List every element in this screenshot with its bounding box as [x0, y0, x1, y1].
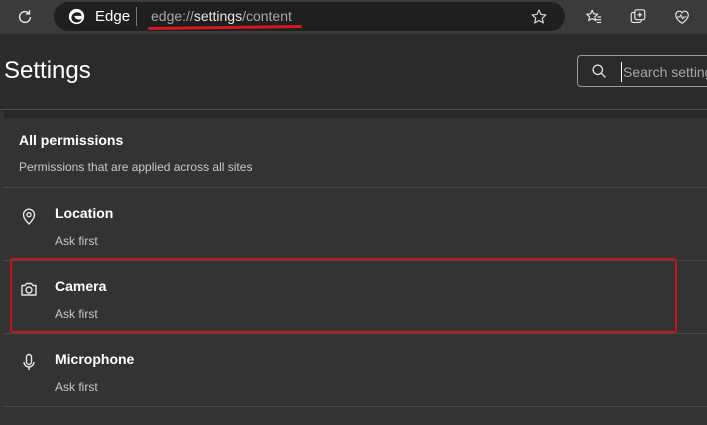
permission-row-microphone[interactable]: Microphone Ask first	[4, 334, 707, 407]
url-annotation-underline	[147, 24, 303, 31]
favorites-button[interactable]	[580, 3, 608, 31]
url-scheme: edge://	[151, 8, 194, 24]
browser-essentials-button[interactable]	[668, 3, 696, 31]
refresh-button[interactable]	[11, 3, 39, 31]
search-box[interactable]	[577, 55, 707, 87]
star-icon	[531, 9, 547, 24]
site-name: Edge	[95, 8, 131, 25]
settings-header: Settings	[0, 34, 707, 110]
search-input[interactable]	[621, 62, 707, 82]
url-path: /content	[242, 8, 292, 24]
address-bar[interactable]: Edge edge://settings/content	[54, 2, 565, 31]
permission-label: Location	[55, 205, 114, 221]
refresh-icon	[18, 10, 32, 24]
browser-toolbar: Edge edge://settings/content	[0, 0, 707, 34]
collections-button[interactable]	[624, 3, 652, 31]
search-icon	[592, 64, 606, 78]
section-description: Permissions that are applied across all …	[19, 160, 253, 174]
location-pin-icon	[22, 208, 36, 225]
favorite-button[interactable]	[528, 6, 550, 28]
favorites-star-list-icon	[586, 9, 602, 23]
permission-row-location[interactable]: Location Ask first	[4, 188, 707, 261]
address-separator	[136, 7, 137, 26]
camera-highlight-annotation	[10, 258, 677, 333]
permission-label: Microphone	[55, 351, 135, 367]
heart-pulse-icon	[675, 10, 689, 24]
section-title: All permissions	[19, 132, 124, 148]
edge-logo-icon	[68, 8, 85, 25]
permission-status: Ask first	[55, 234, 98, 248]
url-text[interactable]: edge://settings/content	[151, 8, 292, 24]
page-title: Settings	[4, 57, 91, 84]
microphone-icon	[23, 353, 35, 370]
permission-status: Ask first	[55, 380, 98, 394]
collections-icon	[630, 9, 646, 23]
url-host: settings	[193, 8, 243, 24]
all-permissions-section: All permissions Permissions that are app…	[4, 118, 707, 188]
